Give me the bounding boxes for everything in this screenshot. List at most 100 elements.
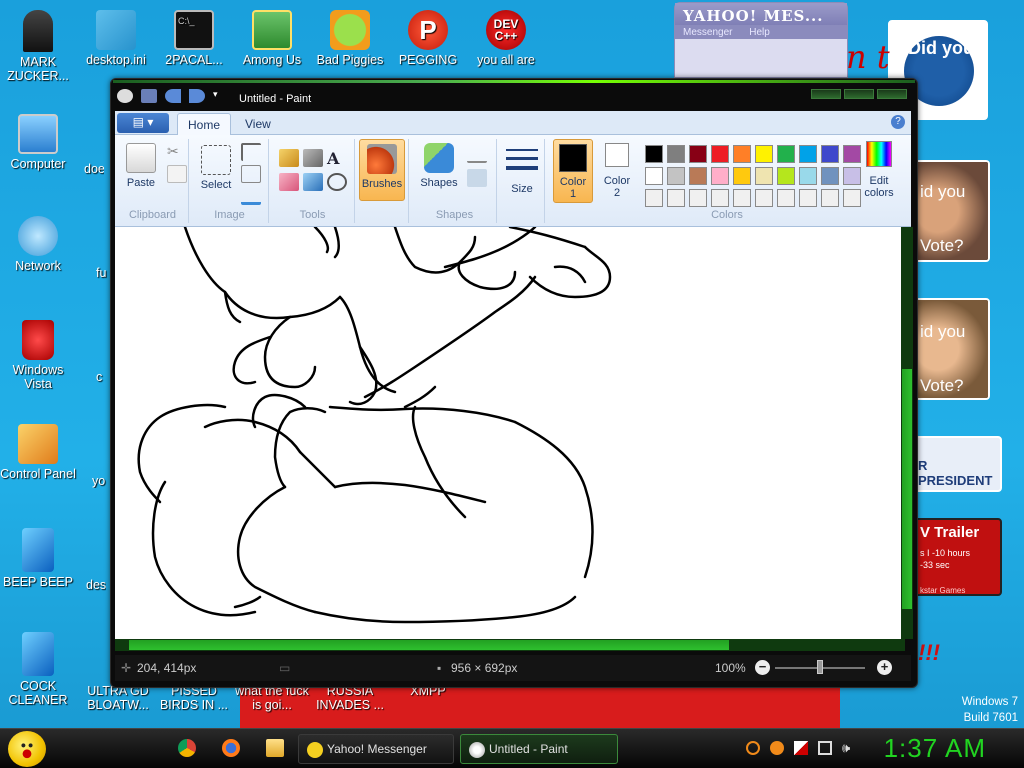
desktop-icon-bottom[interactable]: ULTRA GD BLOATW... [80,684,156,712]
taskbar-paint[interactable]: Untitled - Paint [460,734,618,764]
palette-swatch[interactable] [777,167,795,185]
ad-president[interactable]: R PRESIDENT [914,436,1002,492]
paint-titlebar[interactable]: ▾ Untitled - Paint [111,79,917,111]
palette-swatch[interactable] [777,189,795,207]
tab-view[interactable]: View [235,113,281,135]
save-icon[interactable] [141,89,157,103]
palette-swatch[interactable] [645,167,663,185]
desktop-icon-windows-vista[interactable]: Windows Vista [0,320,76,391]
eraser-icon[interactable] [279,173,299,191]
palette-swatch[interactable] [755,145,773,163]
desktop-icon-pegging[interactable]: P PEGGING [390,10,466,67]
start-button[interactable] [8,731,46,767]
rotate-icon[interactable] [241,187,261,205]
crop-icon[interactable] [241,143,261,161]
desktop-icon-partial[interactable]: yo [92,474,112,488]
yahoo-window[interactable]: YAHOO! MES... Messenger Help [674,2,848,78]
palette-swatch[interactable] [667,145,685,163]
desktop-icon-bottom[interactable]: what the fuck is goi... [234,684,310,712]
redo-icon[interactable] [189,89,205,103]
desktop-icon-desktop-ini[interactable]: desktop.ini [78,10,154,67]
paste-button[interactable]: Paste [123,143,159,189]
desktop-icon-computer[interactable]: Computer [0,114,76,171]
palette-swatch[interactable] [645,189,663,207]
pencil-icon[interactable] [279,149,299,167]
desktop-icon-control-panel[interactable]: Control Panel [0,424,76,481]
drawing-canvas[interactable] [115,227,905,639]
palette-swatch[interactable] [821,189,839,207]
copy-icon[interactable] [167,165,187,183]
brushes-button[interactable]: Brushes [359,139,405,201]
taskbar-yahoo[interactable]: Yahoo! Messenger [298,734,454,764]
yahoo-menu-messenger[interactable]: Messenger [683,27,732,38]
cut-icon[interactable]: ✂ [167,143,187,161]
color-picker-icon[interactable] [303,173,323,191]
ad-trailer[interactable]: V Trailer s I -10 hours -33 sec kstar Ga… [914,518,1002,596]
palette-swatch[interactable] [689,167,707,185]
firefox-icon[interactable] [222,739,240,757]
vertical-scroll-thumb[interactable] [902,369,912,609]
ad-vote-2[interactable]: id you Vote? [914,298,990,400]
text-icon[interactable]: A [327,149,347,168]
palette-swatch[interactable] [777,145,795,163]
palette-swatch[interactable] [689,189,707,207]
zoom-slider-knob[interactable] [817,660,823,674]
orange-circle-icon[interactable] [770,741,784,755]
palette-swatch[interactable] [645,145,663,163]
fill-shape-icon[interactable] [467,169,487,187]
action-center-icon[interactable] [794,741,808,755]
color1-button[interactable]: Color 1 [553,139,593,203]
volume-icon[interactable]: 🕪 [842,741,856,755]
outline-icon[interactable] [467,145,487,163]
palette-swatch[interactable] [733,167,751,185]
select-button[interactable]: Select [197,145,235,191]
folder-icon[interactable] [266,739,284,757]
search-icon[interactable] [746,741,760,755]
desktop-icon-network[interactable]: Network [0,216,76,273]
chrome-icon[interactable] [178,739,196,757]
fill-icon[interactable] [303,149,323,167]
palette-swatch[interactable] [689,145,707,163]
clock[interactable]: 1:37 AM [884,733,986,764]
palette-swatch[interactable] [821,167,839,185]
palette-swatch[interactable] [711,145,729,163]
desktop-icon-devcpp[interactable]: DEV C++ you all are [468,10,544,67]
customize-toolbar-icon[interactable]: ▾ [213,89,229,103]
tab-home[interactable]: Home [177,113,232,135]
palette-swatch[interactable] [711,167,729,185]
horizontal-scrollbar[interactable] [115,639,905,651]
close-button[interactable] [877,89,907,99]
size-button[interactable]: Size [503,143,541,195]
zoom-out-button[interactable]: − [755,660,770,675]
yahoo-menu-help[interactable]: Help [749,27,770,38]
palette-swatch[interactable] [667,167,685,185]
desktop-icon-partial[interactable]: doe [84,162,104,176]
palette-swatch[interactable] [733,145,751,163]
zoom-in-button[interactable]: + [877,660,892,675]
horizontal-scroll-thumb[interactable] [129,640,729,650]
shapes-button[interactable]: Shapes [417,143,461,189]
palette-swatch[interactable] [667,189,685,207]
desktop-icon-bottom[interactable]: PISSED BIRDS IN ... [156,684,232,712]
paint-app-icon[interactable] [117,89,133,103]
ad-vote-1[interactable]: id you Vote? [914,160,990,262]
desktop-icon-partial[interactable]: des [86,578,106,592]
palette-swatch[interactable] [799,189,817,207]
paint-menu-button[interactable]: ▤ ▾ [117,113,169,133]
color2-button[interactable]: Color 2 [597,143,637,199]
help-icon[interactable]: ? [891,115,905,129]
desktop-icon-bad-piggies[interactable]: Bad Piggies [312,10,388,67]
desktop-icon-beep-beep[interactable]: BEEP BEEP [0,528,76,589]
palette-swatch[interactable] [799,145,817,163]
palette-swatch[interactable] [711,189,729,207]
resize-icon[interactable] [241,165,261,183]
palette-swatch[interactable] [733,189,751,207]
palette-swatch[interactable] [799,167,817,185]
desktop-icon-cock-cleaner[interactable]: COCK CLEANER [0,632,76,707]
palette-swatch[interactable] [755,167,773,185]
edit-colors-button[interactable]: Edit colors [859,141,899,199]
magnifier-icon[interactable] [327,173,347,191]
undo-icon[interactable] [165,89,181,103]
network-tray-icon[interactable] [818,741,832,755]
desktop-icon-2pacal[interactable]: C:\_ 2PACAL... [156,10,232,67]
